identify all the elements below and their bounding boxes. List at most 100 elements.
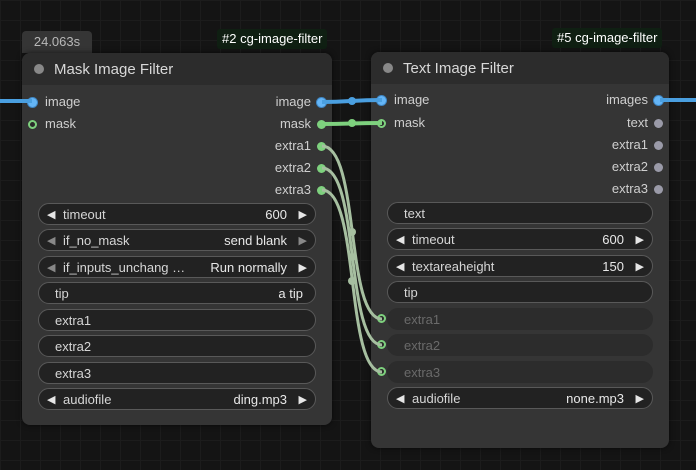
widget-input-dot-icon[interactable]: [377, 367, 386, 376]
widget-timeout[interactable]: ◀ timeout 600 ▶: [38, 203, 316, 225]
widget-label: if_inputs_unchang …: [63, 259, 186, 275]
widget-label: timeout: [63, 206, 106, 222]
widget-value: 600: [602, 231, 624, 247]
widget-if-inputs-unchanged[interactable]: ◀ if_inputs_unchang … Run normally ▶: [38, 256, 316, 278]
output-slot-text[interactable]: text: [627, 113, 669, 133]
decrement-arrow-icon[interactable]: ◀: [47, 208, 59, 221]
slot-dot-icon[interactable]: [654, 184, 663, 194]
slot-label: mask: [45, 116, 77, 131]
slot-dot-icon[interactable]: [317, 97, 326, 107]
decrement-arrow-icon[interactable]: ◀: [396, 260, 408, 273]
widget-extra2-linked: extra2: [387, 334, 653, 356]
output-slot-mask[interactable]: mask: [280, 114, 332, 134]
node-title: Mask Image Filter: [54, 60, 174, 78]
slot-label: images: [606, 92, 648, 107]
slot-label: image: [275, 94, 311, 109]
input-slot-mask[interactable]: mask: [371, 113, 425, 133]
widget-label: tip: [55, 285, 69, 301]
node-text-image-filter[interactable]: Text Image Filter image mask images text…: [371, 52, 669, 448]
slot-label: image: [45, 94, 81, 109]
slot-label: extra3: [611, 181, 648, 196]
node-badge: #2 cg-image-filter: [217, 29, 328, 49]
widget-value: a tip: [278, 285, 303, 301]
slot-dot-icon[interactable]: [28, 119, 37, 129]
output-slot-images[interactable]: images: [606, 90, 669, 110]
decrement-arrow-icon[interactable]: ◀: [47, 393, 59, 406]
widget-label: if_no_mask: [63, 232, 130, 248]
slot-dot-icon[interactable]: [317, 185, 326, 195]
node-header[interactable]: Text Image Filter: [371, 52, 669, 84]
slot-label: extra1: [274, 138, 311, 153]
widget-value: send blank: [224, 232, 287, 248]
increment-arrow-icon[interactable]: ▶: [295, 208, 307, 221]
wire-midpoint: [348, 228, 356, 236]
collapse-dot-icon[interactable]: [383, 63, 393, 73]
slot-dot-icon[interactable]: [654, 118, 663, 128]
widget-label: tip: [404, 284, 418, 300]
widget-audiofile[interactable]: ◀ audiofile ding.mp3 ▶: [38, 388, 316, 410]
increment-arrow-icon[interactable]: ▶: [632, 260, 644, 273]
widget-audiofile[interactable]: ◀ audiofile none.mp3 ▶: [387, 387, 653, 409]
widget-tip[interactable]: tip: [387, 281, 653, 303]
widget-label: extra1: [55, 312, 92, 328]
widget-textareaheight[interactable]: ◀ textareaheight 150 ▶: [387, 255, 653, 277]
decrement-arrow-icon[interactable]: ◀: [396, 392, 408, 405]
widget-label: extra2: [55, 338, 92, 354]
widget-label: timeout: [412, 231, 455, 247]
input-slot-image[interactable]: image: [22, 92, 80, 112]
increment-arrow-icon[interactable]: ▶: [632, 392, 644, 405]
output-slot-extra2[interactable]: extra2: [612, 157, 669, 177]
widget-if-no-mask[interactable]: ◀ if_no_mask send blank ▶: [38, 229, 316, 251]
widget-extra1-linked: extra1: [387, 308, 653, 330]
node-header[interactable]: Mask Image Filter: [22, 53, 332, 85]
widget-input-dot-icon[interactable]: [377, 340, 386, 349]
increment-arrow-icon[interactable]: ▶: [632, 233, 644, 246]
decrement-arrow-icon[interactable]: ◀: [396, 233, 408, 246]
output-slot-extra1[interactable]: extra1: [612, 135, 669, 155]
widget-label: textareaheight: [412, 258, 495, 274]
decrement-arrow-icon[interactable]: ◀: [47, 261, 59, 274]
widget-text[interactable]: text: [387, 202, 653, 224]
slot-label: extra2: [611, 159, 648, 174]
widget-label: audiofile: [412, 390, 461, 406]
slot-dot-icon[interactable]: [377, 118, 386, 128]
slot-label: image: [394, 92, 430, 107]
widget-extra3-linked: extra3: [387, 361, 653, 383]
slot-dot-icon[interactable]: [377, 95, 386, 105]
increment-arrow-icon[interactable]: ▶: [295, 234, 307, 247]
wire-midpoint: [348, 253, 356, 261]
output-slot-extra3[interactable]: extra3: [612, 179, 669, 199]
output-slot-image[interactable]: image: [276, 92, 332, 112]
input-slot-mask[interactable]: mask: [22, 114, 76, 134]
widget-extra2[interactable]: extra2: [38, 335, 316, 357]
widget-value: 600: [265, 206, 287, 222]
slot-dot-icon[interactable]: [317, 119, 326, 129]
slot-label: extra1: [611, 137, 648, 152]
slot-dot-icon[interactable]: [28, 97, 37, 107]
widget-label: extra3: [55, 365, 92, 381]
increment-arrow-icon[interactable]: ▶: [295, 261, 307, 274]
node-badge: #5 cg-image-filter: [552, 28, 663, 48]
collapse-dot-icon[interactable]: [34, 64, 44, 74]
wire-midpoint: [348, 97, 356, 105]
decrement-arrow-icon[interactable]: ◀: [47, 234, 59, 247]
slot-dot-icon[interactable]: [654, 140, 663, 150]
widget-extra3[interactable]: extra3: [38, 362, 316, 384]
increment-arrow-icon[interactable]: ▶: [295, 393, 307, 406]
widget-extra1[interactable]: extra1: [38, 309, 316, 331]
node-title: Text Image Filter: [403, 59, 514, 77]
widget-timeout[interactable]: ◀ timeout 600 ▶: [387, 228, 653, 250]
widget-value: 150: [602, 258, 624, 274]
slot-dot-icon[interactable]: [317, 163, 326, 173]
slot-dot-icon[interactable]: [654, 162, 663, 172]
widget-value: ding.mp3: [233, 391, 287, 407]
output-slot-extra1[interactable]: extra1: [275, 136, 332, 156]
node-mask-image-filter[interactable]: Mask Image Filter image mask image mask …: [22, 53, 332, 425]
input-slot-image[interactable]: image: [371, 90, 429, 110]
slot-dot-icon[interactable]: [654, 95, 663, 105]
slot-dot-icon[interactable]: [317, 141, 326, 151]
widget-input-dot-icon[interactable]: [377, 314, 386, 323]
widget-tip[interactable]: tip a tip: [38, 282, 316, 304]
output-slot-extra3[interactable]: extra3: [275, 180, 332, 200]
output-slot-extra2[interactable]: extra2: [275, 158, 332, 178]
